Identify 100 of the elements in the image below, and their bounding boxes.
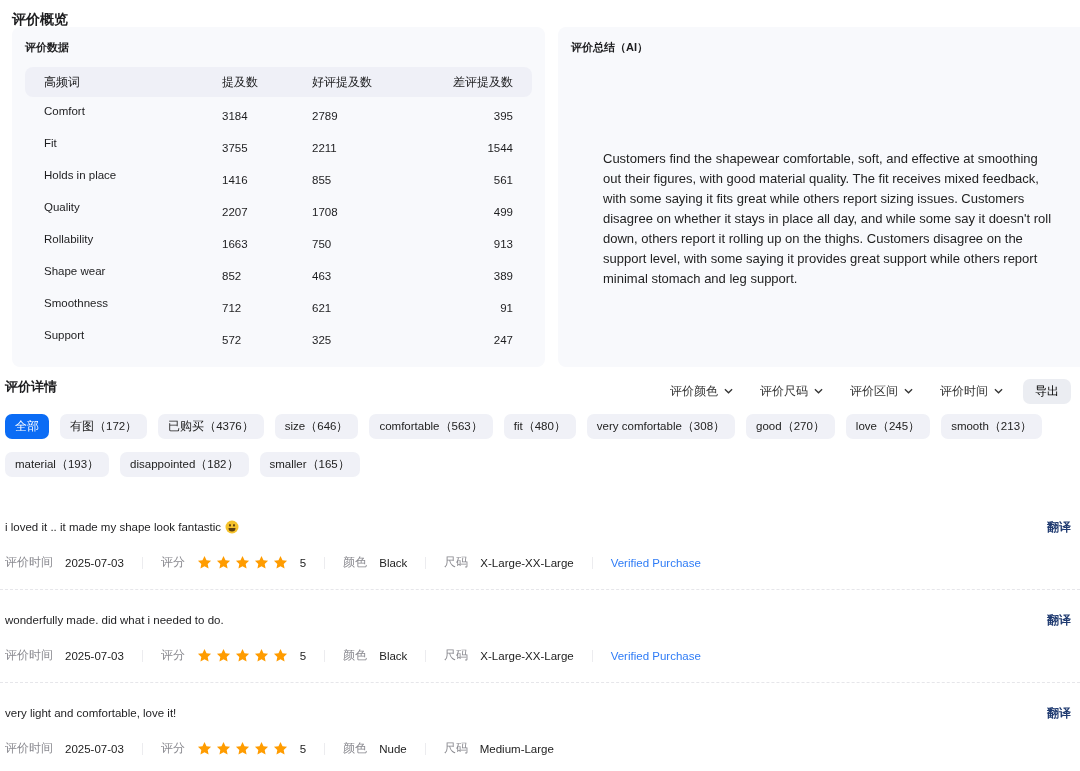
review-text: wonderfully made. did what i needed to do. — [5, 614, 224, 626]
filter-tag[interactable]: love（245） — [845, 414, 931, 439]
star-icon — [272, 648, 288, 663]
filter-tag[interactable]: smaller（165） — [259, 452, 360, 477]
table-cell-text: 389 — [492, 269, 513, 282]
review-date: 2025-07-03 — [65, 742, 124, 755]
star-icon — [253, 648, 269, 663]
table-cell-text: 1544 — [486, 141, 513, 154]
summary-text: Customers find the shapewear comfortable, soft, and effective at smoothing out their figures, with good material quality. The fit receives mixed feedback, with some saying it fits great while others report sizing issues. Customers disagree on whether it stays in place all day, and while some say it doesn't roll down, others report it rolling up on the thighs. Customers disagree on the support level, with some saying it provides great support while others report minimal stomach and leg support. — [603, 150, 1053, 288]
star-icon — [234, 555, 250, 570]
star-icon — [196, 648, 212, 663]
star-icon — [215, 741, 231, 756]
table-cell-text: Smoothness — [44, 297, 109, 311]
filter-dropdown[interactable]: 评价尺码 — [760, 383, 823, 399]
filter-tag[interactable]: 有图（172） — [60, 414, 148, 439]
table-cell-text: 499 — [492, 205, 513, 218]
star-icon — [272, 555, 288, 570]
section-title: 评价概览 — [10, 10, 69, 27]
smiley-icon — [225, 520, 240, 534]
table-cell-text: Rollability — [44, 233, 95, 247]
table-cell-text: 2207 — [222, 205, 249, 218]
translate-link[interactable]: 翻译 — [1047, 519, 1071, 535]
table-cell-text: 325 — [312, 333, 333, 346]
filter-tag[interactable]: very comfortable（308） — [586, 414, 736, 439]
export-button[interactable]: 导出 — [1023, 378, 1071, 404]
table-cell-text: 1663 — [222, 237, 249, 250]
card-title: 评价总结（AI） — [571, 40, 649, 55]
review-date: 2025-07-03 — [65, 649, 124, 662]
verified-purchase-label: Verified Purchase — [610, 556, 701, 569]
translate-link[interactable]: 翻译 — [1047, 705, 1071, 721]
filter-tag[interactable]: smooth（213） — [941, 414, 1043, 439]
table-cell-text: 852 — [222, 269, 243, 282]
table-cell-text: Support — [44, 329, 86, 343]
verified-purchase-label: Verified Purchase — [610, 649, 701, 662]
star-icon — [196, 555, 212, 570]
review-text: very light and comfortable, love it! — [5, 707, 177, 719]
chevron-down-icon — [904, 388, 913, 394]
chevron-down-icon — [814, 388, 823, 394]
color-value: Black — [379, 556, 408, 569]
table-cell-text: 1708 — [312, 205, 339, 218]
column-header: 提及数 — [222, 74, 259, 90]
column-header: 高频词 — [44, 74, 81, 90]
table-cell-text: 1416 — [222, 173, 249, 186]
size-value: X-Large-XX-Large — [480, 649, 574, 662]
star-icon — [196, 741, 212, 756]
table-cell-text: Quality — [44, 201, 81, 215]
rating-value: 5 — [299, 649, 307, 662]
table-cell-text: Fit — [44, 137, 58, 151]
filter-tag[interactable]: comfortable（563） — [369, 414, 493, 439]
section-title: 评价详情 — [5, 378, 57, 396]
filter-dropdown[interactable]: 评价区间 — [850, 383, 913, 399]
review-text: i loved it .. it made my shape look fantastic — [5, 521, 222, 533]
star-icon — [253, 555, 269, 570]
field-label: 颜色 — [343, 555, 368, 570]
table-cell-text: 395 — [492, 109, 513, 122]
table-cell-text: 855 — [312, 173, 333, 186]
filter-tag[interactable]: disappointed（182） — [120, 452, 249, 477]
star-icon — [234, 648, 250, 663]
filter-tag[interactable]: good（270） — [746, 414, 835, 439]
star-icon — [234, 741, 250, 756]
filter-tag[interactable]: size（646） — [274, 414, 359, 439]
table-cell-text: 3755 — [222, 141, 249, 154]
star-icon — [272, 741, 288, 756]
color-value: Nude — [379, 742, 407, 755]
star-icon — [215, 648, 231, 663]
field-label: 评分 — [160, 741, 185, 756]
table-cell-text: 3184 — [222, 109, 249, 122]
star-icon — [253, 741, 269, 756]
field-label: 尺码 — [444, 555, 469, 570]
rating-value: 5 — [299, 556, 307, 569]
filter-dropdown[interactable]: 评价颜色 — [670, 383, 733, 399]
field-label: 评价时间 — [5, 555, 53, 570]
table-cell-text: Comfort — [44, 105, 86, 119]
table-cell-text: 91 — [499, 301, 513, 314]
table-cell-text: 621 — [312, 301, 333, 314]
field-label: 颜色 — [343, 648, 368, 663]
field-label: 评价时间 — [5, 741, 53, 756]
size-value: X-Large-XX-Large — [480, 556, 574, 569]
table-cell-text: Shape wear — [44, 265, 107, 279]
filter-tag[interactable]: 已购买（4376） — [158, 414, 264, 439]
table-cell-text: 463 — [312, 269, 333, 282]
rating-value: 5 — [299, 742, 307, 755]
column-header: 差评提及数 — [452, 74, 513, 90]
star-icon — [215, 555, 231, 570]
field-label: 评分 — [160, 555, 185, 570]
chevron-down-icon — [994, 388, 1003, 394]
table-cell-text: 750 — [312, 237, 333, 250]
field-label: 尺码 — [444, 648, 469, 663]
filter-tag[interactable]: material（193） — [5, 452, 110, 477]
chevron-down-icon — [724, 388, 733, 394]
filter-dropdown[interactable]: 评价时间 — [940, 383, 1003, 399]
size-value: Medium-Large — [479, 742, 554, 755]
translate-link[interactable]: 翻译 — [1047, 612, 1071, 628]
table-cell-text: 2211 — [312, 141, 338, 154]
filter-tag[interactable]: fit（480） — [503, 414, 576, 439]
review-date: 2025-07-03 — [65, 556, 124, 569]
card-title: 评价数据 — [25, 40, 70, 55]
filter-tag[interactable]: 全部 — [5, 414, 49, 439]
field-label: 评分 — [160, 648, 185, 663]
color-value: Black — [379, 649, 408, 662]
